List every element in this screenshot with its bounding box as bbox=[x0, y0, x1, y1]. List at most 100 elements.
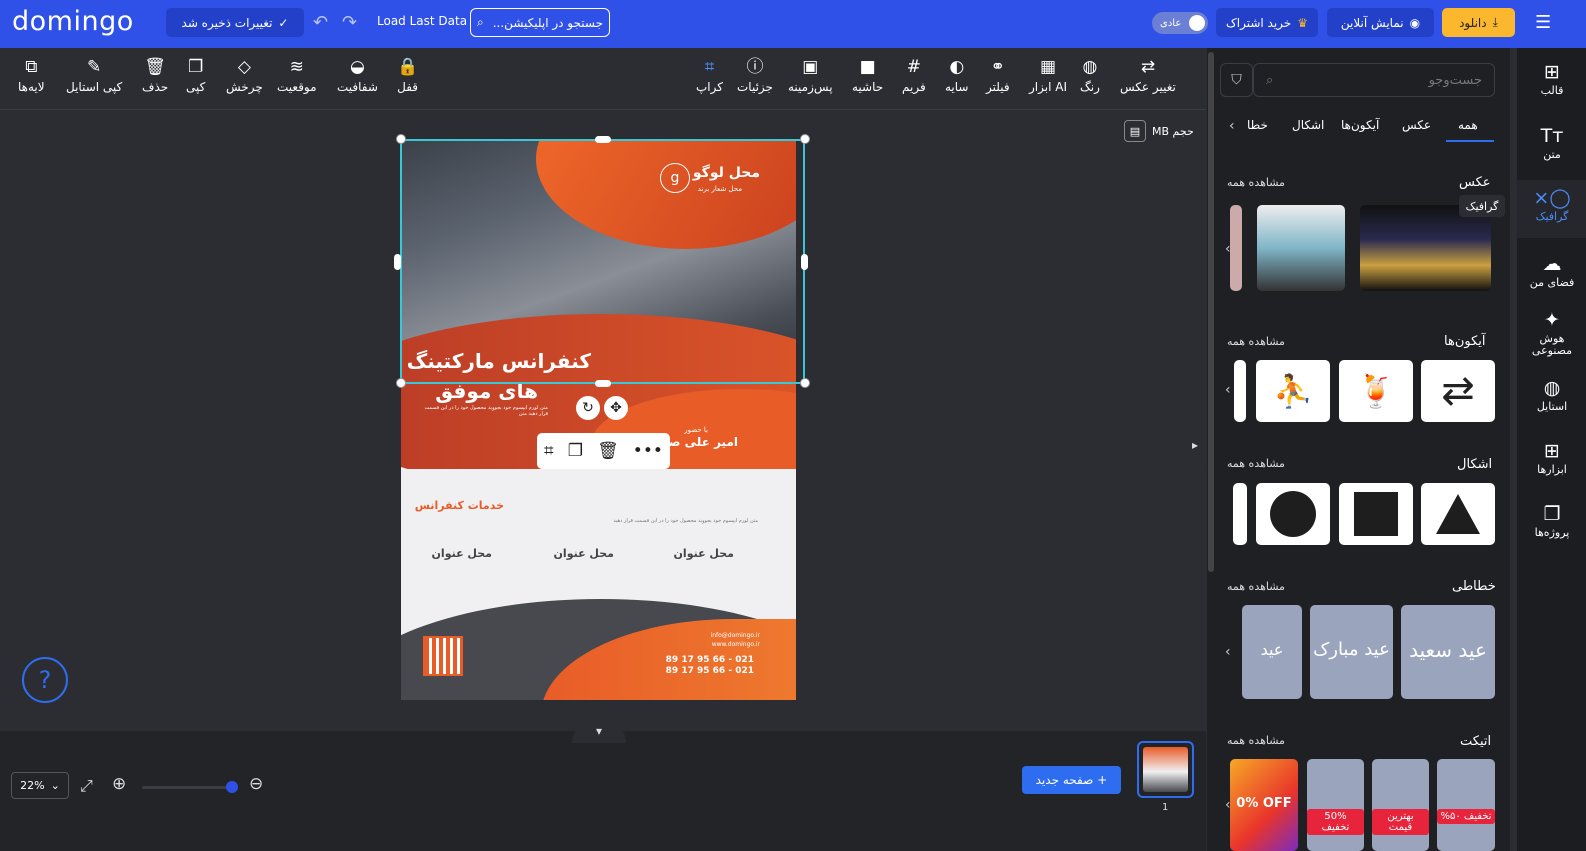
save-status-button[interactable]: ✓ تغییرات ذخیره شد bbox=[166, 8, 304, 37]
download-button[interactable]: ⤓ دانلود bbox=[1442, 8, 1515, 37]
tab-icons[interactable]: آیکون‌ها bbox=[1341, 118, 1379, 132]
chevron-left-icon[interactable]: ‹ bbox=[1225, 505, 1231, 521]
rail-item-template[interactable]: ⊞ قالب bbox=[1517, 62, 1586, 97]
icon-card-drinks[interactable]: 🍹 bbox=[1339, 360, 1413, 422]
calligraphy-card-2[interactable]: عید مبارک bbox=[1310, 605, 1393, 699]
label-card-1[interactable]: تخفیف ۵۰% bbox=[1437, 759, 1495, 851]
label-card-2[interactable]: بهترین قیمت bbox=[1372, 759, 1429, 851]
subscribe-button[interactable]: ♛ خرید اشتراک bbox=[1216, 8, 1318, 37]
poster-title-line1[interactable]: کنفرانس مارکتینگ bbox=[407, 349, 591, 373]
shape-card-partial[interactable] bbox=[1233, 483, 1247, 545]
rail-item-projects[interactable]: ❐ پروژه‌ها bbox=[1517, 504, 1586, 539]
poster-address-1[interactable]: محل عنوان bbox=[674, 547, 734, 560]
icon-card-partial[interactable] bbox=[1234, 360, 1246, 422]
poster-lorem[interactable]: متن لورم ایپسوم خود بجووید محصول خود را … bbox=[418, 405, 548, 417]
chevron-left-icon[interactable]: ‹ bbox=[1225, 382, 1231, 398]
tool-delete[interactable]: 🗑 حذف bbox=[142, 58, 168, 94]
tool-frame[interactable]: # فریم bbox=[902, 58, 926, 94]
crop-icon[interactable]: ⌗ bbox=[544, 441, 554, 461]
poster-services-text[interactable]: متن لورم ایپسوم خود بجووید محصول خود را … bbox=[428, 518, 758, 524]
more-icon[interactable]: ••• bbox=[633, 441, 663, 461]
see-all-photo[interactable]: مشاهده همه bbox=[1227, 176, 1285, 189]
tool-background[interactable]: ▣ پس‌زمینه bbox=[788, 58, 833, 94]
rail-item-style[interactable]: ◍ استایل bbox=[1517, 378, 1586, 413]
rail-item-graphics[interactable]: ⨯◯ گرافیک bbox=[1517, 180, 1586, 238]
tool-lock[interactable]: 🔒 قفل bbox=[397, 58, 418, 94]
poster-phone-1[interactable]: 021 - 66 95 17 89 bbox=[666, 655, 754, 665]
resize-handle-tl[interactable] bbox=[396, 134, 406, 144]
tool-crop[interactable]: ⌗ کراپ bbox=[696, 58, 723, 94]
trash-icon[interactable]: 🗑 bbox=[597, 441, 619, 461]
see-all-labels[interactable]: مشاهده همه bbox=[1227, 734, 1285, 747]
resize-handle-left[interactable] bbox=[394, 254, 401, 270]
tab-calligraphy[interactable]: خطا bbox=[1247, 118, 1268, 132]
poster-web[interactable]: www.domingo.ir bbox=[712, 641, 760, 648]
chevron-left-icon[interactable]: ‹ bbox=[1225, 241, 1231, 257]
rail-item-my-space[interactable]: ☁ فضای من bbox=[1517, 254, 1586, 289]
resize-handle-bl[interactable] bbox=[396, 378, 406, 388]
poster-email[interactable]: info@domingo.ir bbox=[711, 632, 760, 639]
zoom-select[interactable]: 22% ⌄ bbox=[11, 772, 69, 799]
tool-layers[interactable]: ⧉ لایه‌ها bbox=[18, 58, 45, 94]
shape-card-triangle[interactable] bbox=[1421, 483, 1495, 545]
fit-screen-icon[interactable]: ⤢ bbox=[80, 776, 93, 796]
photo-card-partial[interactable] bbox=[1230, 205, 1242, 291]
label-card-4[interactable]: 0% OFF bbox=[1230, 759, 1298, 851]
tab-all[interactable]: همه bbox=[1458, 118, 1478, 132]
see-all-shapes[interactable]: مشاهده همه bbox=[1227, 457, 1285, 470]
logo[interactable]: domingo bbox=[12, 6, 134, 37]
rotate-handle-icon[interactable]: ↻ bbox=[576, 396, 600, 420]
move-handle-icon[interactable]: ✥ bbox=[604, 396, 628, 420]
online-preview-button[interactable]: ◉ نمایش آنلاین bbox=[1327, 8, 1434, 37]
duplicate-icon[interactable]: ❐ bbox=[568, 441, 583, 461]
poster-qr-code[interactable] bbox=[423, 636, 463, 676]
tool-border[interactable]: ■ حاشیه bbox=[852, 58, 883, 94]
page-thumbnail[interactable] bbox=[1137, 741, 1194, 798]
tool-ai[interactable]: ▦ ابزار AI bbox=[1029, 58, 1067, 94]
resize-handle-right[interactable] bbox=[801, 254, 808, 270]
label-card-3[interactable]: 50% تخفیف bbox=[1307, 759, 1364, 851]
filter-icon[interactable]: ⛉ bbox=[1220, 63, 1253, 97]
undo-icon[interactable]: ↶ bbox=[313, 12, 328, 33]
tool-opacity[interactable]: ◒ شفافیت bbox=[337, 58, 378, 94]
zoom-slider[interactable] bbox=[142, 786, 234, 789]
poster-logo-title[interactable]: محل لوگو bbox=[693, 165, 760, 181]
rail-item-ai[interactable]: ✦ هوش مصنوعی bbox=[1517, 310, 1586, 357]
rail-item-tools[interactable]: ⊞ ابزارها bbox=[1517, 441, 1586, 476]
mode-toggle[interactable]: عادی bbox=[1152, 12, 1208, 34]
help-button[interactable]: ? bbox=[22, 657, 68, 703]
tool-rotate[interactable]: ◇ چرخش bbox=[226, 58, 263, 94]
poster-phone-2[interactable]: 021 - 66 95 17 89 bbox=[666, 666, 754, 676]
icon-card-arrows[interactable]: ⇄ bbox=[1421, 360, 1495, 422]
poster-address-2[interactable]: محل عنوان bbox=[554, 547, 614, 560]
resize-handle-bottom[interactable] bbox=[595, 380, 611, 387]
panel-search-input[interactable]: جست‌وجو ⌕ bbox=[1253, 63, 1495, 97]
poster-services-title[interactable]: خدمات کنفرانس bbox=[415, 499, 504, 512]
tab-shapes[interactable]: اشکال bbox=[1292, 118, 1324, 132]
tool-color[interactable]: ◍ رنگ bbox=[1080, 58, 1100, 94]
tool-filter[interactable]: ⚭ فیلتر bbox=[986, 58, 1010, 94]
poster-title-line2[interactable]: های موفق bbox=[435, 379, 538, 403]
photo-card-car[interactable] bbox=[1257, 205, 1345, 291]
tool-position[interactable]: ≋ موقعیت bbox=[277, 58, 317, 94]
see-all-icons[interactable]: مشاهده همه bbox=[1227, 335, 1285, 348]
tool-shadow[interactable]: ◐ سایه bbox=[945, 58, 968, 94]
canvas-scrollbar-thumb[interactable] bbox=[1208, 52, 1214, 572]
chevron-left-icon[interactable]: ‹ bbox=[1225, 644, 1231, 660]
tool-replace-image[interactable]: ⇄ تغییر عکس bbox=[1120, 58, 1176, 94]
rail-item-text[interactable]: Tт متن bbox=[1517, 126, 1586, 161]
calligraphy-card-1[interactable]: عید سعید bbox=[1401, 605, 1495, 699]
resize-handle-top[interactable] bbox=[595, 136, 611, 143]
icon-card-teacher[interactable]: ⛹ bbox=[1256, 360, 1330, 422]
tool-copy-style[interactable]: ✎ کپی استایل bbox=[66, 58, 122, 94]
calculator-icon[interactable]: ▤ bbox=[1124, 120, 1146, 142]
redo-icon[interactable]: ↷ bbox=[342, 12, 357, 33]
poster-presenter-small[interactable]: با حضور bbox=[684, 426, 708, 434]
chevron-left-icon[interactable]: ‹ bbox=[1229, 118, 1235, 134]
photo-card-shrine[interactable] bbox=[1360, 205, 1491, 291]
app-search-input[interactable]: جستجو در اپلیکیشن... ⌕ bbox=[470, 8, 610, 37]
zoom-slider-knob[interactable] bbox=[226, 781, 238, 793]
tab-photo[interactable]: عکس bbox=[1402, 118, 1431, 132]
resize-handle-tr[interactable] bbox=[800, 134, 810, 144]
poster-address-3[interactable]: محل عنوان bbox=[432, 547, 492, 560]
